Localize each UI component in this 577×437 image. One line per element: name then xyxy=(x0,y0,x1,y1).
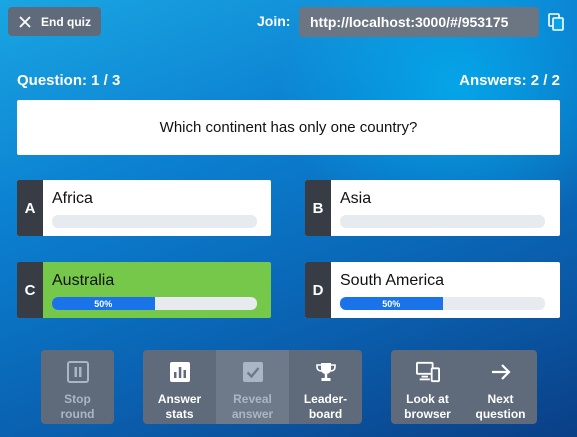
answer-option-b: B Asia xyxy=(305,180,560,236)
trophy-icon xyxy=(314,360,338,384)
checkbox-icon xyxy=(241,360,265,384)
navigation-controls: Look at browser Next question xyxy=(391,350,537,424)
join-label: Join: xyxy=(257,13,291,29)
stop-round-label: Stop round xyxy=(60,392,95,421)
question-text: Which continent has only one country? xyxy=(159,119,418,136)
bar-chart-icon xyxy=(168,360,192,384)
look-at-browser-label: Look at browser xyxy=(404,392,451,421)
answer-progress-fill: 50% xyxy=(340,297,443,310)
end-quiz-button[interactable]: End quiz xyxy=(8,7,101,36)
answer-letter: A xyxy=(17,180,43,236)
next-question-label: Next question xyxy=(475,392,526,421)
answer-letter: C xyxy=(17,262,43,318)
answer-letter: D xyxy=(305,262,331,318)
leaderboard-button[interactable]: Leader-board xyxy=(289,350,362,424)
reveal-answer-label: Reveal answer xyxy=(231,392,274,421)
answer-progress-bar: 50% xyxy=(340,297,545,310)
pause-icon xyxy=(66,360,90,384)
join-url-field[interactable]: http://localhost:3000/#/953175 xyxy=(299,7,539,37)
close-icon xyxy=(19,15,31,28)
answer-text: Asia xyxy=(340,190,372,207)
round-controls: Stop round xyxy=(41,350,114,424)
answer-progress-bar: 50% xyxy=(52,297,257,310)
question-counter: Question: 1 / 3 xyxy=(17,72,121,89)
answers-counter: Answers: 2 / 2 xyxy=(459,72,560,89)
answer-option-c: C Australia 50% xyxy=(17,262,271,318)
end-quiz-label: End quiz xyxy=(41,14,91,29)
top-bar: End quiz Join: http://localhost:3000/#/9… xyxy=(0,0,577,44)
answer-text: South America xyxy=(340,272,445,289)
answer-controls: Answer stats Reveal answer Leader-board xyxy=(143,350,362,424)
reveal-answer-button[interactable]: Reveal answer xyxy=(216,350,289,424)
leaderboard-label: Leader-board xyxy=(303,392,348,421)
answer-text: Australia xyxy=(52,272,115,289)
arrow-right-icon xyxy=(489,360,513,384)
answer-option-a: A Africa xyxy=(17,180,271,236)
answer-progress-bar xyxy=(52,215,257,228)
answer-progress-bar xyxy=(340,215,545,228)
answer-option-d: D South America 50% xyxy=(305,262,560,318)
next-question-button[interactable]: Next question xyxy=(464,350,537,424)
answer-letter: B xyxy=(305,180,331,236)
copy-icon[interactable] xyxy=(548,13,564,31)
stop-round-button[interactable]: Stop round xyxy=(41,350,114,424)
devices-icon xyxy=(415,360,440,384)
answer-stats-label: Answer stats xyxy=(157,392,202,421)
answer-stats-button[interactable]: Answer stats xyxy=(143,350,216,424)
question-box: Which continent has only one country? xyxy=(17,100,560,155)
answer-progress-fill: 50% xyxy=(52,297,155,310)
answer-text: Africa xyxy=(52,190,93,207)
look-at-browser-button[interactable]: Look at browser xyxy=(391,350,464,424)
